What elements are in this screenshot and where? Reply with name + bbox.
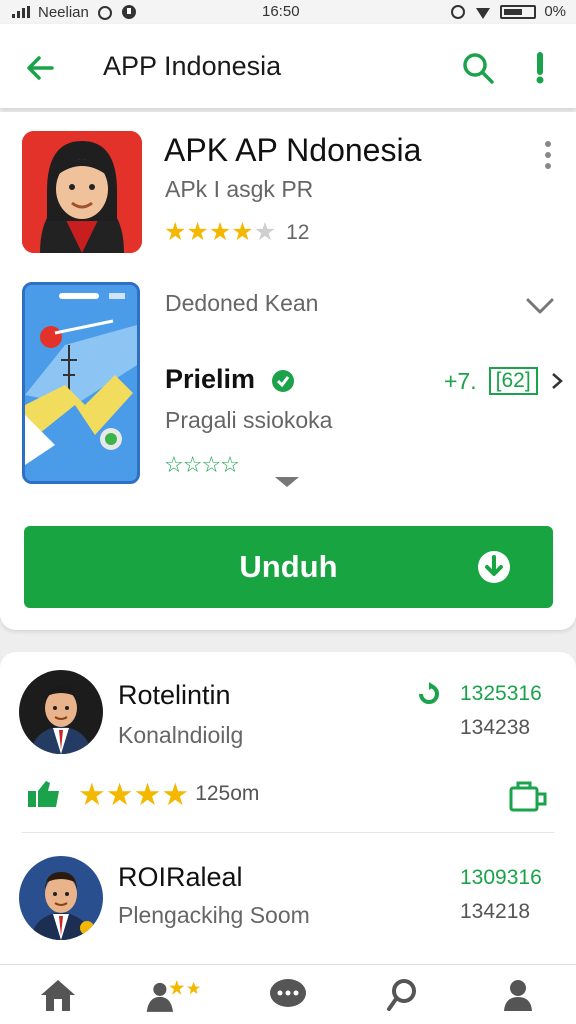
star-icon: ★ bbox=[231, 218, 254, 246]
wifi-icon bbox=[476, 7, 491, 19]
reviewer-name: Rotelintin bbox=[118, 680, 231, 710]
app-bar: APP Indonesia bbox=[0, 24, 576, 108]
rating-count: 12 bbox=[286, 220, 310, 244]
search-icon[interactable] bbox=[460, 50, 496, 86]
star-icon: ★ bbox=[164, 218, 187, 246]
app-screenshot[interactable] bbox=[22, 282, 140, 484]
kebab-menu-icon[interactable] bbox=[536, 138, 560, 172]
review-number: 1325316 bbox=[460, 682, 542, 705]
premium-stars: ☆☆☆☆ bbox=[164, 452, 240, 477]
review-number-secondary: 134238 bbox=[460, 716, 531, 739]
app-name: APK AP Ndonesia bbox=[164, 132, 422, 168]
sync-icon bbox=[451, 4, 466, 19]
app-icon[interactable] bbox=[22, 131, 142, 253]
review-number: 1309316 bbox=[460, 866, 542, 889]
premium-label: Prielim bbox=[165, 364, 256, 394]
home-icon bbox=[40, 979, 75, 1011]
notification-icon bbox=[121, 5, 136, 19]
premium-price-value: +7. bbox=[444, 367, 477, 394]
battery-icon bbox=[500, 4, 537, 19]
review-time: 125om bbox=[195, 782, 260, 805]
premium-price-box: [62] bbox=[488, 367, 538, 395]
avatar-illustration bbox=[19, 856, 103, 940]
status-left: Neelian bbox=[12, 4, 137, 21]
search-icon bbox=[387, 978, 417, 1011]
alarm-icon bbox=[97, 6, 112, 20]
divider bbox=[22, 832, 554, 833]
premium-price[interactable]: +7. [62] bbox=[444, 367, 564, 395]
carrier-label: Neelian bbox=[38, 3, 89, 21]
nav-community[interactable] bbox=[143, 970, 203, 1020]
download-button[interactable]: Unduh bbox=[24, 526, 553, 608]
status-bar: Neelian 16:50 0% bbox=[0, 0, 576, 24]
chat-icon bbox=[269, 978, 306, 1007]
reviewer-name: ROIRaleal bbox=[118, 862, 243, 892]
reviewer-subtitle: Konalndioilg bbox=[118, 722, 244, 748]
section-title: Dedoned Kean bbox=[165, 290, 319, 316]
signal-icon bbox=[12, 6, 30, 18]
nav-chat[interactable] bbox=[258, 970, 318, 1020]
exclamation-icon[interactable] bbox=[528, 50, 552, 86]
people-stars-icon bbox=[146, 979, 200, 1012]
star-icon: ★ bbox=[105, 776, 134, 812]
status-right: 0% bbox=[450, 3, 566, 20]
nav-profile[interactable] bbox=[488, 970, 548, 1020]
thumbs-up-icon[interactable] bbox=[26, 779, 62, 809]
review-rating: ★ ★ ★ ★ 125om bbox=[26, 776, 260, 812]
app-developer: APk I asgk PR bbox=[165, 176, 314, 202]
star-icon: ★ bbox=[208, 218, 232, 246]
arrow-left-icon[interactable] bbox=[22, 50, 58, 86]
avatar[interactable] bbox=[19, 670, 103, 754]
refresh-icon[interactable] bbox=[415, 680, 443, 708]
star-icon: ★ bbox=[133, 776, 162, 812]
nav-search[interactable] bbox=[373, 970, 433, 1020]
app-avatar-illustration bbox=[22, 131, 142, 253]
nav-home[interactable] bbox=[28, 970, 88, 1020]
review-number-secondary: 134218 bbox=[460, 900, 531, 923]
star-empty-icon: ★ bbox=[253, 218, 277, 246]
profile-icon bbox=[504, 979, 533, 1011]
share-icon[interactable] bbox=[508, 780, 548, 814]
star-icon: ★ bbox=[161, 776, 190, 812]
premium-description: Pragali ssiokoka bbox=[165, 407, 333, 433]
download-icon bbox=[478, 551, 510, 583]
avatar[interactable] bbox=[19, 856, 103, 940]
verified-badge-icon bbox=[272, 370, 294, 392]
star-icon: ★ bbox=[78, 776, 106, 812]
reviewer-subtitle: Plengackihg Soom bbox=[118, 902, 310, 928]
app-details-card: APK AP Ndonesia APk I asgk PR ★ ★ ★ ★ ★ … bbox=[0, 112, 576, 630]
battery-label: 0% bbox=[544, 3, 566, 20]
status-time: 16:50 bbox=[262, 3, 300, 20]
bottom-nav bbox=[0, 964, 576, 1024]
app-rating: ★ ★ ★ ★ ★ 12 bbox=[164, 220, 309, 245]
avatar-illustration bbox=[19, 670, 103, 754]
page-title: APP Indonesia bbox=[103, 51, 282, 81]
reviews-card: Rotelintin Konalndioilg 1325316 134238 ★… bbox=[0, 652, 576, 964]
chevron-right-icon bbox=[551, 373, 563, 389]
map-illustration bbox=[25, 285, 137, 481]
star-icon: ★ bbox=[186, 218, 209, 246]
download-label: Unduh bbox=[239, 549, 338, 584]
expand-arrow-icon[interactable] bbox=[272, 474, 302, 490]
chevron-down-icon[interactable] bbox=[524, 292, 556, 318]
